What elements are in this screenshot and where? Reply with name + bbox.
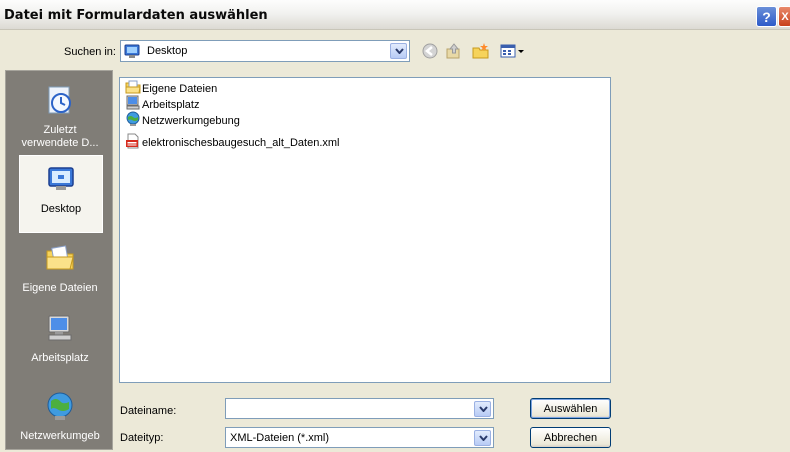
desktop-icon <box>20 162 102 199</box>
place-label: Zuletzt verwendete D... <box>21 124 99 149</box>
open-button[interactable]: Auswählen <box>530 398 611 419</box>
place-desktop[interactable]: Desktop <box>19 155 103 233</box>
my-documents-icon <box>20 241 100 278</box>
filename-field[interactable] <box>225 398 494 419</box>
file-name: Eigene Dateien <box>142 82 218 95</box>
list-item[interactable]: Netzwerkumgebung <box>124 111 240 130</box>
title-bar[interactable]: Datei mit Formulardaten auswählen ? X <box>0 0 790 30</box>
help-icon: ? <box>762 8 771 25</box>
file-name: Netzwerkumgebung <box>142 114 240 127</box>
place-label: Desktop <box>40 203 82 215</box>
place-my-computer[interactable]: Arbeitsplatz <box>20 311 100 365</box>
list-item[interactable]: elektronischesbaugesuch_alt_Daten.xml <box>124 133 340 152</box>
lookin-label: Suchen in: <box>64 46 116 58</box>
chevron-down-icon[interactable] <box>474 430 491 446</box>
views-menu-icon[interactable] <box>499 41 527 61</box>
folder-up-icon[interactable] <box>444 41 464 61</box>
place-network[interactable]: Netzwerkumgeb <box>20 389 100 443</box>
filetype-dropdown[interactable]: XML-Dateien (*.xml) <box>225 427 494 448</box>
filename-input[interactable] <box>229 401 474 416</box>
lookin-value: Desktop <box>147 45 188 57</box>
filetype-value: XML-Dateien (*.xml) <box>230 432 330 444</box>
window-title: Datei mit Formulardaten auswählen <box>4 8 268 23</box>
place-label: Netzwerkumgeb <box>20 430 100 442</box>
network-places-icon <box>20 389 100 426</box>
filename-label: Dateiname: <box>120 405 177 417</box>
recent-documents-icon <box>20 83 100 120</box>
places-bar: Zuletzt verwendete D... Desktop Eigene D… <box>5 70 113 450</box>
file-list[interactable]: Eigene Dateien Arbeitsplatz Netzwerkumge… <box>119 77 611 383</box>
file-name: elektronischesbaugesuch_alt_Daten.xml <box>142 136 340 149</box>
chevron-down-icon[interactable] <box>474 401 491 417</box>
desktop-icon <box>124 44 140 62</box>
back-arrow-icon[interactable] <box>420 41 440 61</box>
place-my-documents[interactable]: Eigene Dateien <box>20 241 100 295</box>
xml-file-icon <box>125 133 141 152</box>
place-recent[interactable]: Zuletzt verwendete D... <box>20 83 100 150</box>
file-name: Arbeitsplatz <box>142 98 200 111</box>
network-icon <box>125 111 141 130</box>
chevron-down-icon[interactable] <box>390 43 407 59</box>
close-icon: X <box>781 10 789 23</box>
place-label: Arbeitsplatz <box>31 352 89 364</box>
help-button[interactable]: ? <box>756 6 777 27</box>
close-button[interactable]: X <box>778 6 790 27</box>
lookin-dropdown[interactable]: Desktop <box>120 40 410 62</box>
my-computer-icon <box>20 311 100 348</box>
filetype-label: Dateityp: <box>120 432 164 444</box>
place-label: Eigene Dateien <box>22 282 98 294</box>
cancel-button[interactable]: Abbrechen <box>530 427 611 448</box>
new-folder-icon[interactable] <box>471 41 491 61</box>
